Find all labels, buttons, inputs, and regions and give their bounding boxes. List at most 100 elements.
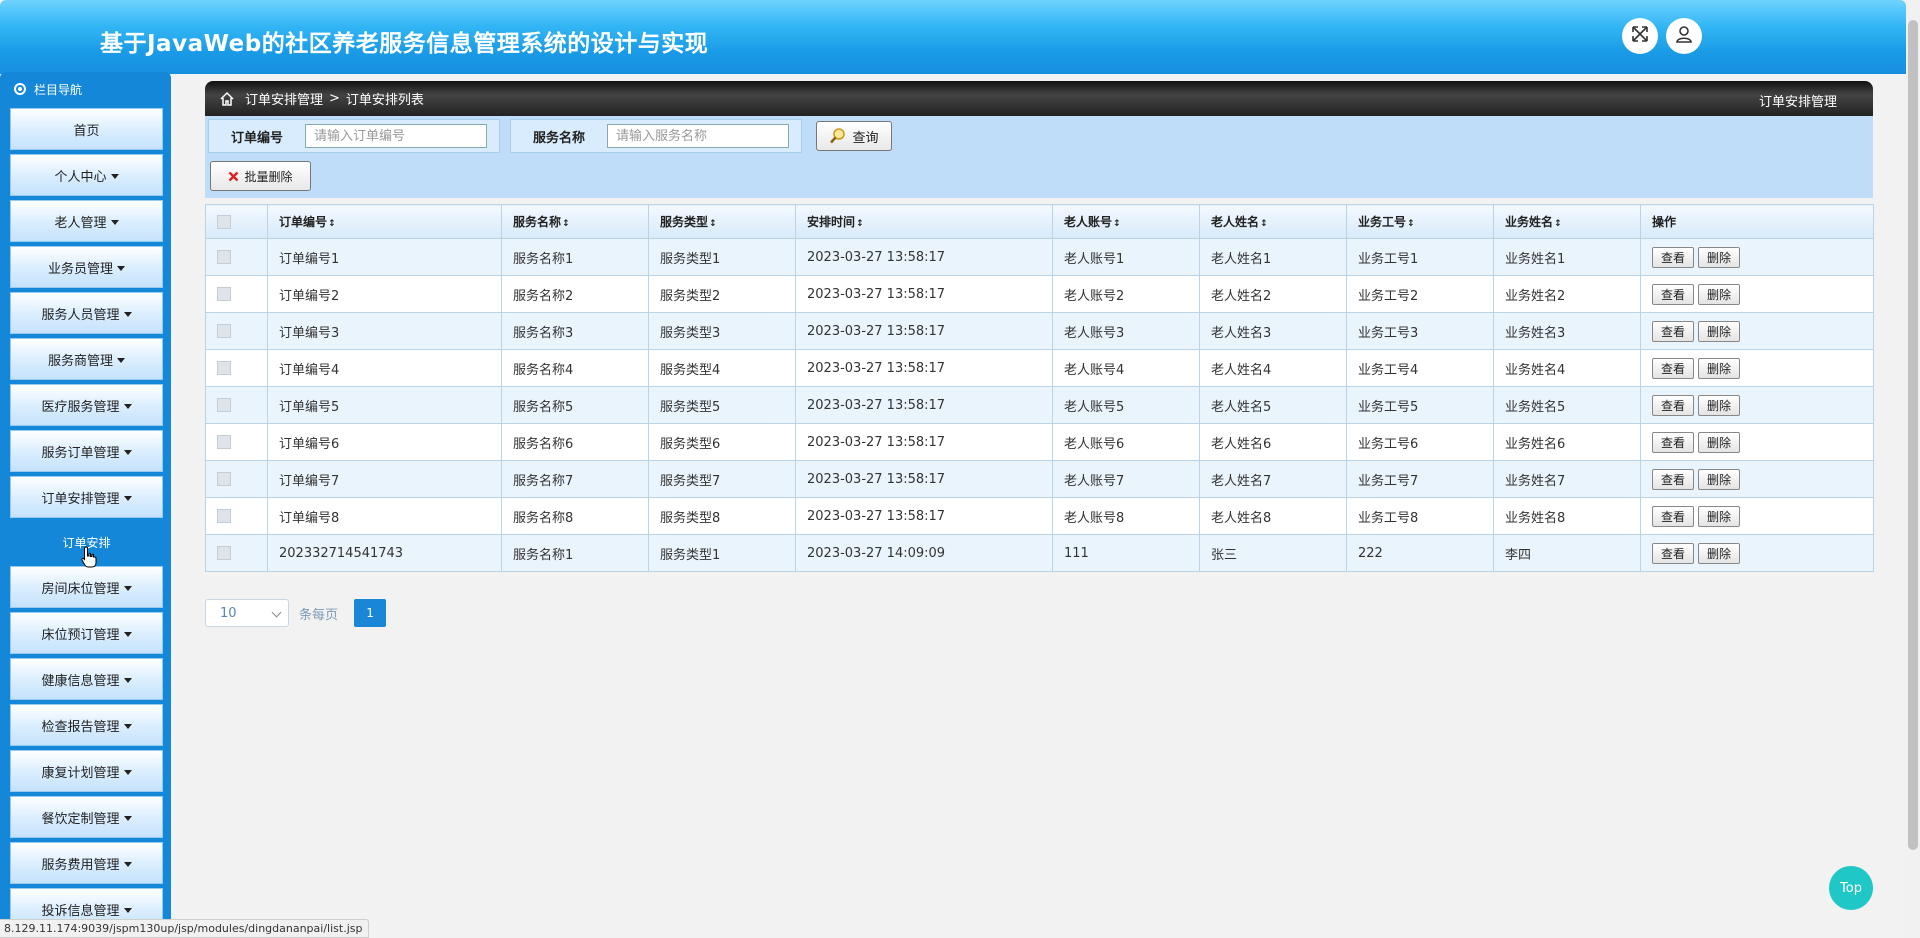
sidebar-item-2[interactable]: 老人管理: [10, 200, 163, 242]
column-header[interactable]: 服务名称↕: [501, 204, 649, 239]
row-checkbox[interactable]: [217, 509, 231, 523]
table-body: 订单编号1 服务名称1 服务类型1 2023-03-27 13:58:17 老人账号1 老…: [205, 238, 1874, 572]
query-button-label: 查询: [852, 130, 879, 146]
sidebar-item-6[interactable]: 医疗服务管理: [10, 384, 163, 426]
view-button[interactable]: 查看: [1652, 283, 1695, 305]
row-checkbox[interactable]: [217, 324, 231, 338]
table-cell: 业务工号8: [1346, 497, 1494, 535]
view-button[interactable]: 查看: [1652, 542, 1695, 564]
scrollbar-thumb[interactable]: [1908, 20, 1918, 850]
sidebar-item-7[interactable]: 服务订单管理: [10, 430, 163, 472]
caret-down-icon: [123, 677, 132, 683]
column-header[interactable]: 业务姓名↕: [1493, 204, 1641, 239]
row-checkbox[interactable]: [217, 250, 231, 264]
sort-icon[interactable]: ↕: [1554, 219, 1562, 229]
view-button[interactable]: 查看: [1652, 357, 1695, 379]
column-header-label: 老人账号: [1064, 215, 1113, 229]
view-button[interactable]: 查看: [1652, 505, 1695, 527]
sort-icon[interactable]: ↕: [709, 219, 717, 229]
sidebar-item-13[interactable]: 康复计划管理: [10, 750, 163, 792]
delete-button[interactable]: 删除: [1698, 283, 1741, 305]
view-button[interactable]: 查看: [1652, 431, 1695, 453]
row-checkbox[interactable]: [217, 435, 231, 449]
sidebar-item-8[interactable]: 订单安排管理: [10, 476, 163, 518]
sidebar-item-14[interactable]: 餐饮定制管理: [10, 796, 163, 838]
query-button[interactable]: 查询: [816, 121, 892, 151]
row-select-cell: [205, 312, 268, 350]
row-checkbox[interactable]: [217, 398, 231, 412]
column-header[interactable]: 业务工号↕: [1346, 204, 1494, 239]
sidebar-item-3[interactable]: 业务员管理: [10, 246, 163, 288]
table-cell: 服务名称7: [501, 460, 649, 498]
view-button[interactable]: 查看: [1652, 468, 1695, 490]
actions-cell: 查看 删除: [1640, 386, 1874, 424]
delete-button[interactable]: 删除: [1698, 542, 1741, 564]
table-cell: 订单编号8: [267, 497, 502, 535]
column-header[interactable]: 安排时间↕: [795, 204, 1053, 239]
column-header[interactable]: 订单编号↕: [267, 204, 502, 239]
column-header[interactable]: 老人姓名↕: [1199, 204, 1347, 239]
table-cell: 老人姓名1: [1199, 238, 1347, 276]
top-header: 基于JavaWeb的社区养老服务信息管理系统的设计与实现: [0, 0, 1906, 74]
row-checkbox[interactable]: [217, 472, 231, 486]
delete-button[interactable]: 删除: [1698, 394, 1741, 416]
status-bar-url: 8.129.11.174:9039/jspm130up/jsp/modules/…: [0, 919, 370, 938]
sidebar-item-1[interactable]: 个人中心: [10, 154, 163, 196]
row-checkbox[interactable]: [217, 287, 231, 301]
view-button[interactable]: 查看: [1652, 246, 1695, 268]
select-all-checkbox[interactable]: [217, 214, 231, 229]
view-button[interactable]: 查看: [1652, 394, 1695, 416]
delete-button[interactable]: 删除: [1698, 246, 1741, 268]
sort-icon[interactable]: ↕: [856, 219, 864, 229]
page-button-current[interactable]: 1: [354, 599, 387, 627]
row-checkbox[interactable]: [217, 546, 231, 560]
table-cell: 订单编号7: [267, 460, 502, 498]
sidebar-item-9[interactable]: 房间床位管理: [10, 566, 163, 608]
sort-icon[interactable]: ↕: [1260, 219, 1268, 229]
table-cell: 服务名称1: [501, 534, 649, 572]
sidebar-item-4[interactable]: 服务人员管理: [10, 292, 163, 334]
sidebar-item-11[interactable]: 健康信息管理: [10, 658, 163, 700]
service-name-input[interactable]: [607, 124, 789, 148]
delete-button[interactable]: 删除: [1698, 320, 1741, 342]
back-to-top-button[interactable]: Top: [1829, 866, 1873, 910]
page-size-select[interactable]: 10: [205, 599, 289, 627]
row-checkbox[interactable]: [217, 361, 231, 375]
sort-icon[interactable]: ↕: [562, 219, 570, 229]
table-cell: 业务姓名5: [1493, 386, 1641, 424]
column-header-label: 业务工号: [1358, 215, 1407, 229]
home-icon[interactable]: [219, 91, 235, 107]
column-header[interactable]: 老人账号↕: [1052, 204, 1200, 239]
order-no-input[interactable]: [305, 124, 487, 148]
page-scrollbar[interactable]: [1906, 0, 1920, 938]
table-cell: 服务类型4: [648, 349, 796, 387]
delete-button[interactable]: 删除: [1698, 357, 1741, 379]
table-cell: 老人姓名5: [1199, 386, 1347, 424]
sidebar-item-15[interactable]: 服务费用管理: [10, 842, 163, 884]
delete-button[interactable]: 删除: [1698, 468, 1741, 490]
sidebar-title: 栏目导航: [0, 72, 171, 106]
table-cell: 2023-03-27 13:58:17: [795, 386, 1053, 424]
order-no-label: 订单编号: [230, 130, 283, 146]
column-header[interactable]: 服务类型↕: [648, 204, 796, 239]
caret-down-icon: [123, 631, 132, 637]
table-cell: 222: [1346, 534, 1494, 572]
caret-down-icon: [123, 907, 132, 913]
actions-cell: 查看 删除: [1640, 497, 1874, 535]
view-button[interactable]: 查看: [1652, 320, 1695, 342]
sidebar-item-5[interactable]: 服务商管理: [10, 338, 163, 380]
sidebar-item-0[interactable]: 首页: [10, 108, 163, 150]
sort-icon[interactable]: ↕: [1407, 219, 1415, 229]
sidebar-item-12[interactable]: 检查报告管理: [10, 704, 163, 746]
table-cell: 2023-03-27 13:58:17: [795, 423, 1053, 461]
fullscreen-button[interactable]: [1622, 18, 1658, 54]
user-button[interactable]: [1666, 18, 1702, 54]
delete-button[interactable]: 删除: [1698, 505, 1741, 527]
batch-delete-button[interactable]: 批量删除: [210, 161, 311, 191]
delete-button[interactable]: 删除: [1698, 431, 1741, 453]
sort-icon[interactable]: ↕: [328, 219, 336, 229]
breadcrumb: 订单安排管理 > 订单安排列表 订单安排管理: [205, 81, 1873, 116]
sort-icon[interactable]: ↕: [1113, 219, 1121, 229]
sidebar-item-10[interactable]: 床位预订管理: [10, 612, 163, 654]
breadcrumb-section[interactable]: 订单安排管理: [245, 89, 323, 108]
